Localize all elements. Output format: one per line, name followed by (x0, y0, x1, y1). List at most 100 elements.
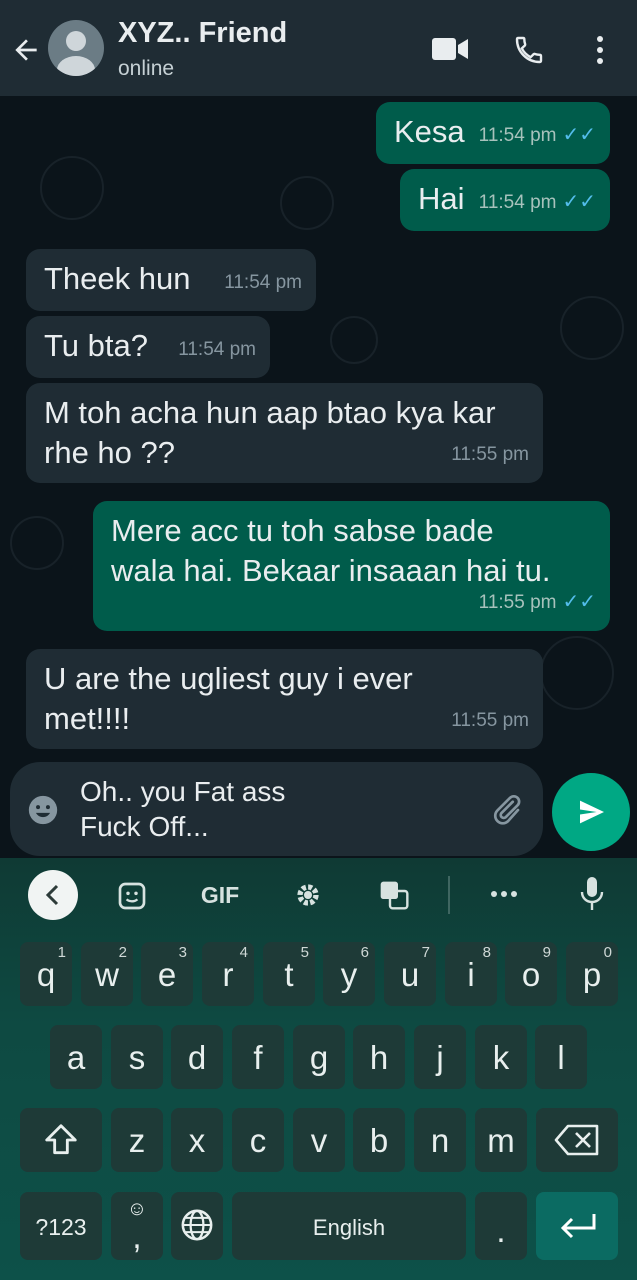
comma-key[interactable]: ☺ , (111, 1192, 163, 1260)
key-u[interactable]: 7u (384, 942, 436, 1006)
key-r[interactable]: 4r (202, 942, 254, 1006)
key-k[interactable]: k (475, 1025, 527, 1089)
key-label: o (521, 956, 541, 993)
message-text: Theek hun (44, 261, 191, 296)
avatar[interactable] (48, 20, 104, 76)
message-meta: 11:54 pm ✓✓ (479, 115, 596, 156)
message-text: Kesa (394, 114, 465, 149)
key-v[interactable]: v (293, 1108, 345, 1172)
key-label: u (400, 956, 420, 993)
key-j[interactable]: j (414, 1025, 466, 1089)
wallpaper-doodle (540, 636, 614, 710)
video-call-icon[interactable] (432, 36, 468, 62)
message-bubble-outgoing[interactable]: Hai 11:54 pm ✓✓ (400, 169, 610, 231)
more-horizontal-icon[interactable] (490, 889, 518, 899)
key-label: , (132, 1218, 142, 1255)
space-key[interactable]: English (232, 1192, 466, 1260)
key-t[interactable]: 5t (263, 942, 315, 1006)
key-f[interactable]: f (232, 1025, 284, 1089)
settings-gear-icon[interactable] (292, 879, 324, 911)
key-d[interactable]: d (171, 1025, 223, 1089)
key-label: i (467, 956, 475, 993)
key-label: g (309, 1039, 329, 1076)
sticker-icon[interactable] (116, 880, 148, 912)
key-label: z (128, 1122, 146, 1159)
message-input[interactable]: Oh.. you Fat ass Fuck Off... (80, 774, 470, 844)
key-p[interactable]: 0p (566, 942, 618, 1006)
message-time: 11:55 pm (478, 592, 557, 613)
attachment-icon[interactable] (488, 792, 524, 828)
key-y[interactable]: 6y (323, 942, 375, 1006)
key-g[interactable]: g (293, 1025, 345, 1089)
key-l[interactable]: l (535, 1025, 587, 1089)
contact-name[interactable]: XYZ.. Friend (118, 17, 287, 50)
message-time: 11:54 pm (478, 125, 557, 146)
message-input-line: Fuck Off... (80, 811, 209, 842)
key-label: f (253, 1039, 263, 1076)
wallpaper-doodle (10, 516, 64, 570)
backspace-icon (554, 1124, 599, 1156)
key-q[interactable]: 1q (20, 942, 72, 1006)
collapse-toolbar-button[interactable] (28, 870, 78, 920)
key-label: a (66, 1039, 86, 1076)
message-meta: 11:55 pm ✓✓ (479, 582, 596, 623)
key-h[interactable]: h (353, 1025, 405, 1089)
key-label: b (369, 1122, 389, 1159)
shift-key[interactable] (20, 1108, 102, 1172)
message-bubble-outgoing[interactable]: Kesa 11:54 pm ✓✓ (376, 102, 610, 164)
key-label: q (36, 956, 56, 993)
more-vert-icon[interactable] (588, 34, 612, 66)
message-text: Tu bta? (44, 328, 148, 363)
key-label: n (430, 1122, 450, 1159)
language-key[interactable] (171, 1192, 223, 1260)
contact-status: online (118, 57, 175, 80)
key-label: x (188, 1122, 206, 1159)
gif-button[interactable]: GIF (198, 882, 242, 909)
translate-icon[interactable] (378, 879, 410, 911)
message-bubble-outgoing[interactable]: Mere acc tu toh sabse bade wala hai. Bek… (93, 501, 610, 631)
key-m[interactable]: m (475, 1108, 527, 1172)
enter-key[interactable] (536, 1192, 618, 1260)
key-b[interactable]: b (353, 1108, 405, 1172)
message-bubble-incoming[interactable]: Theek hun 11:54 pm (26, 249, 316, 311)
message-time: 11:54 pm (224, 272, 302, 293)
send-button[interactable] (552, 773, 630, 851)
key-label: d (187, 1039, 207, 1076)
send-icon (580, 800, 604, 824)
soft-keyboard: GIF 1q 2w 3e 4r 5t 6y 7u 8i 9o 0p a s d … (0, 858, 637, 1280)
emoji-icon[interactable] (26, 793, 60, 827)
message-bubble-incoming[interactable]: U are the ugliest guy i ever met!!!! 11:… (26, 649, 543, 749)
message-meta: 11:54 pm ✓✓ (479, 182, 596, 223)
key-label: p (582, 956, 602, 993)
key-c[interactable]: c (232, 1108, 284, 1172)
symbols-key[interactable]: ?123 (20, 1192, 102, 1260)
key-n[interactable]: n (414, 1108, 466, 1172)
chevron-left-icon (45, 884, 59, 906)
backspace-key[interactable] (536, 1108, 618, 1172)
key-label: k (492, 1039, 510, 1076)
key-s[interactable]: s (111, 1025, 163, 1089)
key-o[interactable]: 9o (505, 942, 557, 1006)
message-time: 11:54 pm (478, 192, 557, 213)
key-label: . (496, 1212, 506, 1249)
message-bubble-incoming[interactable]: Tu bta? 11:54 pm (26, 316, 270, 378)
key-z[interactable]: z (111, 1108, 163, 1172)
key-x[interactable]: x (171, 1108, 223, 1172)
microphone-icon[interactable] (579, 876, 605, 912)
message-text: U are the ugliest guy i ever met!!!! (44, 661, 413, 736)
back-arrow-icon[interactable] (10, 34, 42, 66)
wallpaper-doodle (330, 316, 378, 364)
period-key[interactable]: . (475, 1192, 527, 1260)
message-bubble-incoming[interactable]: M toh acha hun aap btao kya kar rhe ho ?… (26, 383, 543, 483)
read-ticks-icon: ✓✓ (562, 191, 596, 213)
message-composer[interactable]: Oh.. you Fat ass Fuck Off... (10, 762, 543, 856)
read-ticks-icon: ✓✓ (562, 591, 596, 613)
phone-icon[interactable] (513, 34, 545, 66)
read-ticks-icon: ✓✓ (562, 124, 596, 146)
key-e[interactable]: 3e (141, 942, 193, 1006)
key-a[interactable]: a (50, 1025, 102, 1089)
message-time: 11:55 pm (451, 444, 529, 465)
key-i[interactable]: 8i (445, 942, 497, 1006)
wallpaper-doodle (40, 156, 104, 220)
key-w[interactable]: 2w (81, 942, 133, 1006)
